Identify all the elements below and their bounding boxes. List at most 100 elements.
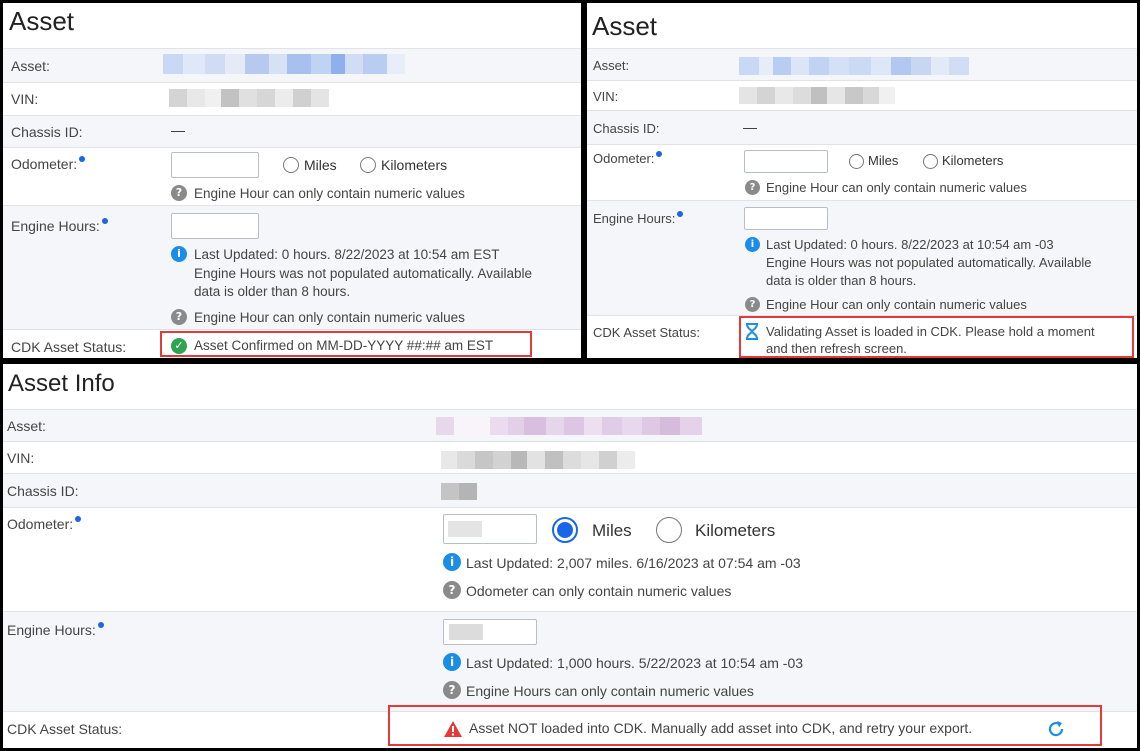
odometer-help-text: Odometer can only contain numeric values [466, 583, 732, 599]
vin-value-redacted [441, 451, 635, 469]
info-icon: i [745, 237, 760, 252]
kilometers-label: Kilometers [942, 153, 1004, 168]
kilometers-radio[interactable] [923, 154, 938, 169]
vin-value-redacted [739, 87, 895, 104]
vin-row: VIN: [587, 80, 1137, 110]
asset-row: Asset: [3, 48, 581, 82]
engine-hours-info-line2: Engine Hours was not populated automatic… [194, 266, 532, 281]
required-dot-icon [101, 218, 108, 224]
chassis-label: Chassis ID: [7, 483, 79, 499]
panel-title: Asset [592, 11, 658, 41]
engine-hours-label: Engine Hours: [593, 211, 684, 226]
cdk-status-label: CDK Asset Status: [11, 339, 127, 355]
kilometers-radio[interactable] [360, 157, 376, 173]
highlight-box [388, 705, 1102, 746]
asset-label: Asset: [7, 418, 46, 434]
required-dot-icon [75, 516, 82, 522]
kilometers-label: Kilometers [381, 157, 448, 173]
vin-row: VIN: [3, 82, 581, 115]
odometer-input[interactable] [744, 150, 828, 173]
chassis-value: — [171, 122, 185, 138]
asset-panel-validating: Asset Asset: VIN: Chassis ID: — Odometer… [587, 3, 1137, 358]
required-dot-icon [97, 622, 104, 628]
help-icon: ? [443, 581, 461, 599]
asset-label: Asset: [11, 58, 50, 74]
miles-radio[interactable] [283, 157, 299, 173]
odometer-label: Odometer: [7, 516, 82, 532]
odometer-input[interactable] [171, 152, 259, 178]
engine-hours-value-redacted [449, 624, 483, 640]
chassis-value-redacted [441, 483, 477, 500]
chassis-value: — [743, 119, 757, 135]
panel-title: Asset [9, 6, 75, 36]
chassis-row: Chassis ID: [3, 473, 1137, 507]
vin-label: VIN: [11, 91, 39, 107]
cdk-status-label: CDK Asset Status: [593, 325, 700, 340]
vin-value-redacted [169, 89, 329, 107]
engine-hours-info-line3: data is older than 8 hours. [194, 284, 351, 299]
required-dot-icon [656, 151, 663, 157]
odometer-value-redacted [448, 521, 482, 537]
cdk-status-label: CDK Asset Status: [7, 721, 123, 737]
asset-label: Asset: [593, 58, 630, 73]
asset-value-redacted [163, 54, 425, 74]
chassis-row: Chassis ID: — [587, 110, 1137, 144]
help-icon: ? [745, 297, 760, 312]
engine-hours-info-line2: Engine Hours was not populated automatic… [766, 255, 1092, 270]
highlight-box [739, 316, 1134, 358]
help-icon: ? [171, 309, 187, 325]
odometer-row: Odometer: Miles Kilometers ? Engine Hour… [587, 144, 1137, 200]
chassis-row: Chassis ID: — [3, 115, 581, 147]
engine-hours-input[interactable] [744, 207, 828, 230]
required-dot-icon [79, 156, 86, 162]
odometer-row: Odometer: Miles Kilometers ? Engine Hour… [3, 147, 581, 205]
vin-label: VIN: [7, 450, 35, 466]
info-icon: i [443, 553, 461, 571]
engine-hours-row: Engine Hours: i Last Updated: 0 hours. 8… [3, 205, 581, 329]
info-icon: i [443, 653, 461, 671]
asset-panel-confirmed: Asset Asset: VIN: Chassis ID: — Odometer… [3, 3, 581, 358]
odometer-label: Odometer: [11, 156, 86, 172]
help-icon: ? [443, 681, 461, 699]
asset-value-redacted [436, 417, 702, 435]
odometer-help-text: Engine Hour can only contain numeric val… [194, 186, 465, 201]
engine-hours-info-line3: data is older than 8 hours. [766, 273, 917, 288]
engine-hours-row: Engine Hours: i Last Updated: 1,000 hour… [3, 611, 1137, 711]
engine-hours-help-text: Engine Hour can only contain numeric val… [194, 310, 465, 325]
miles-label: Miles [304, 157, 337, 173]
miles-label: Miles [592, 521, 632, 540]
odometer-row: Odometer: Miles Kilometers i Last Update… [3, 507, 1137, 611]
kilometers-radio[interactable] [656, 517, 682, 543]
engine-hours-info-text: Last Updated: 1,000 hours. 5/22/2023 at … [466, 655, 804, 671]
miles-label: Miles [868, 153, 899, 168]
required-dot-icon [677, 211, 684, 217]
engine-hours-label: Engine Hours: [7, 622, 104, 638]
engine-hours-info-line1: Last Updated: 0 hours. 8/22/2023 at 10:5… [194, 247, 500, 262]
engine-hours-label: Engine Hours: [11, 218, 108, 234]
kilometers-label: Kilometers [695, 521, 776, 540]
highlight-box [160, 331, 532, 357]
engine-hours-help-text: Engine Hours can only contain numeric va… [466, 683, 754, 699]
chassis-label: Chassis ID: [11, 124, 83, 140]
miles-radio[interactable] [552, 517, 578, 543]
miles-radio[interactable] [849, 154, 864, 169]
odometer-input[interactable] [443, 514, 537, 544]
engine-hours-help-text: Engine Hour can only contain numeric val… [766, 297, 1027, 312]
asset-value-redacted [739, 57, 969, 75]
odometer-label: Odometer: [593, 151, 663, 166]
help-icon: ? [745, 180, 760, 195]
panel-title: Asset Info [8, 370, 115, 397]
asset-info-panel-not-loaded: Asset Info Asset: VIN: Chassis ID: Odome… [3, 364, 1137, 748]
help-icon: ? [171, 185, 187, 201]
odometer-help-text: Engine Hour can only contain numeric val… [766, 180, 1027, 195]
engine-hours-info-line1: Last Updated: 0 hours. 8/22/2023 at 10:5… [766, 237, 1054, 252]
vin-label: VIN: [593, 89, 619, 104]
engine-hours-input[interactable] [443, 619, 537, 645]
engine-hours-input[interactable] [171, 213, 259, 239]
chassis-label: Chassis ID: [593, 121, 660, 136]
asset-row: Asset: [587, 48, 1137, 80]
info-icon: i [171, 246, 187, 262]
odometer-info-text: Last Updated: 2,007 miles. 6/16/2023 at … [466, 555, 801, 571]
engine-hours-row: Engine Hours: i Last Updated: 0 hours. 8… [587, 200, 1137, 315]
vin-row: VIN: [3, 441, 1137, 473]
